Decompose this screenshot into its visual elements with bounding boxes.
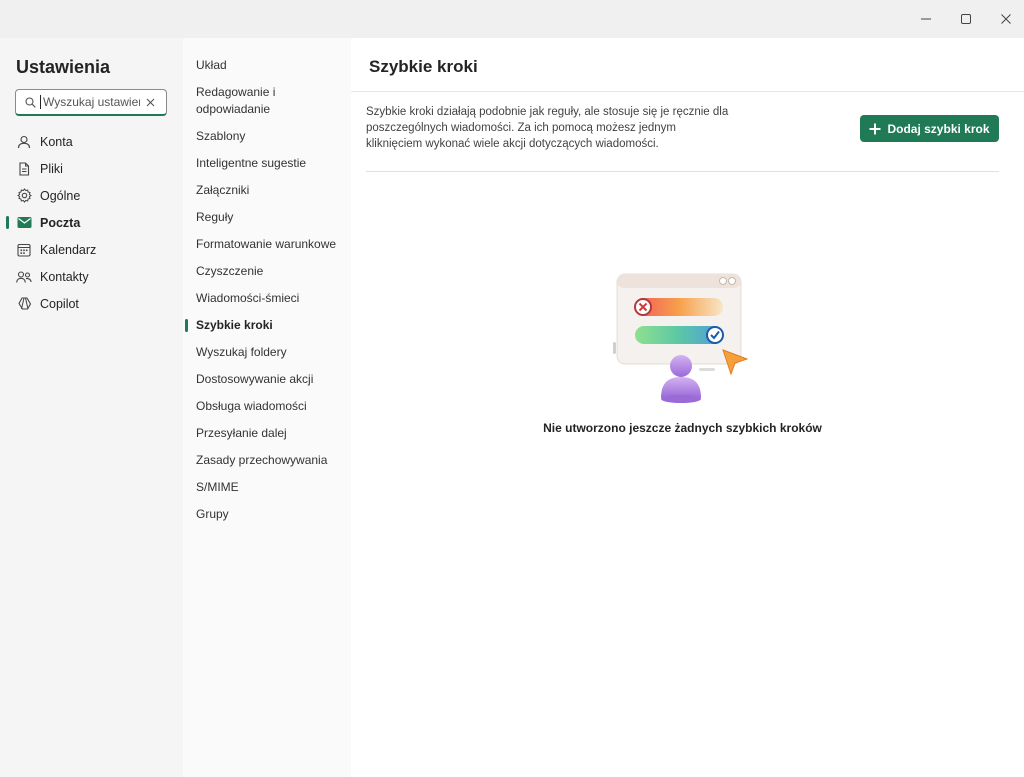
- dismiss-icon: [146, 98, 154, 106]
- plus-icon: [869, 123, 881, 135]
- mail-icon: [16, 215, 32, 231]
- minimize-icon: [921, 18, 931, 20]
- category-copilot[interactable]: Copilot: [0, 290, 183, 317]
- page-title: Szybkie kroki: [369, 57, 478, 76]
- quick-steps-description: Szybkie kroki działają podobnie jak regu…: [366, 104, 751, 152]
- section-dostosowywanie-akcji[interactable]: Dostosowywanie akcji: [183, 371, 351, 388]
- category-label: Kalendarz: [40, 242, 97, 257]
- calendar-icon: [16, 242, 32, 258]
- close-icon: [1001, 14, 1011, 24]
- divider: [366, 171, 999, 172]
- minimize-button[interactable]: [906, 0, 946, 38]
- section-zalaczniki[interactable]: Załączniki: [183, 182, 351, 199]
- search-icon: [20, 96, 40, 108]
- category-label: Ogólne: [40, 188, 81, 203]
- people-icon: [16, 269, 32, 285]
- section-uklad[interactable]: Układ: [183, 57, 351, 74]
- mail-section-list: Układ Redagowanie i odpowiadanie Szablon…: [183, 57, 351, 533]
- section-wiadomosci-smieci[interactable]: Wiadomości-śmieci: [183, 290, 351, 307]
- section-szybkie-kroki[interactable]: Szybkie kroki: [183, 317, 351, 334]
- category-konta[interactable]: Konta: [0, 128, 183, 155]
- quick-steps-panel: Szybkie kroki Szybkie kroki działają pod…: [351, 38, 1024, 777]
- section-zasady-przechowywania[interactable]: Zasady przechowywania: [183, 452, 351, 469]
- settings-category-list: Konta Pliki Ogólne Poczta Kalendarz Kont…: [0, 128, 183, 317]
- settings-sidebar: Ustawienia Konta Pliki Ogólne: [0, 38, 183, 777]
- add-quick-step-label: Dodaj szybki krok: [887, 121, 990, 136]
- category-label: Pliki: [40, 161, 63, 176]
- panel-header: Szybkie kroki: [351, 38, 1024, 92]
- section-obsluga-wiadomosci[interactable]: Obsługa wiadomości: [183, 398, 351, 415]
- settings-title: Ustawienia: [16, 57, 111, 77]
- mail-settings-list: Układ Redagowanie i odpowiadanie Szablon…: [183, 38, 351, 777]
- file-icon: [16, 161, 32, 177]
- empty-state-message: Nie utworzono jeszcze żadnych szybkich k…: [543, 421, 822, 435]
- description-line: poszczególnych wiadomości. Za ich pomocą…: [366, 122, 676, 134]
- category-pliki[interactable]: Pliki: [0, 155, 183, 182]
- section-przesylanie-dalej[interactable]: Przesyłanie dalej: [183, 425, 351, 442]
- section-szablony[interactable]: Szablony: [183, 128, 351, 145]
- description-line: Szybkie kroki działają podobnie jak regu…: [366, 106, 729, 118]
- category-label: Kontakty: [40, 269, 89, 284]
- description-line: kliknięciem wykonać wiele akcji dotycząc…: [366, 138, 659, 150]
- settings-search-box[interactable]: [15, 89, 167, 116]
- maximize-button[interactable]: [946, 0, 986, 38]
- section-redagowanie[interactable]: Redagowanie i odpowiadanie: [183, 84, 351, 118]
- window-title-bar: [0, 0, 1024, 38]
- category-kontakty[interactable]: Kontakty: [0, 263, 183, 290]
- section-smime[interactable]: S/MIME: [183, 479, 351, 496]
- person-icon: [16, 134, 32, 150]
- category-poczta[interactable]: Poczta: [0, 209, 183, 236]
- section-inteligentne-sugestie[interactable]: Inteligentne sugestie: [183, 155, 351, 172]
- category-kalendarz[interactable]: Kalendarz: [0, 236, 183, 263]
- gear-icon: [16, 188, 32, 204]
- category-label: Copilot: [40, 296, 79, 311]
- section-reguly[interactable]: Reguły: [183, 209, 351, 226]
- category-label: Konta: [40, 134, 73, 149]
- section-wyszukaj-foldery[interactable]: Wyszukaj foldery: [183, 344, 351, 361]
- category-label: Poczta: [40, 215, 81, 230]
- clear-search-button[interactable]: [140, 98, 160, 107]
- close-window-button[interactable]: [986, 0, 1024, 38]
- maximize-icon: [961, 14, 971, 24]
- copilot-icon: [16, 296, 32, 312]
- settings-search-input[interactable]: [40, 95, 140, 109]
- empty-state-illustration: [613, 273, 749, 403]
- add-quick-step-button[interactable]: Dodaj szybki krok: [860, 115, 999, 142]
- section-czyszczenie[interactable]: Czyszczenie: [183, 263, 351, 280]
- section-formatowanie-warunkowe[interactable]: Formatowanie warunkowe: [183, 236, 351, 253]
- section-grupy[interactable]: Grupy: [183, 506, 351, 523]
- category-ogolne[interactable]: Ogólne: [0, 182, 183, 209]
